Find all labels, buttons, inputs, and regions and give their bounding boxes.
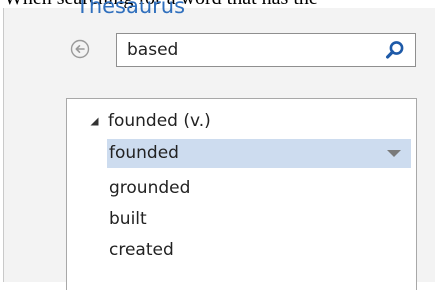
synonym-label: built [109,209,147,229]
document-area: When searching for a word that has the [0,0,435,8]
search-button[interactable] [375,34,415,66]
synonym-item-created[interactable]: created [107,236,307,265]
synonym-list: founded (v.) founded grounded built crea… [66,98,417,290]
search-input[interactable] [117,34,372,66]
thesaurus-pane: Thesaurus founded (v.) founded [4,0,435,290]
expand-triangle-icon[interactable] [89,113,101,126]
back-arrow-circle-icon[interactable] [70,39,90,59]
synonym-label: founded [109,143,179,163]
meaning-group-header[interactable]: founded (v.) [67,109,407,135]
synonym-item-founded[interactable]: founded [107,139,411,168]
synonym-label: created [109,240,174,260]
magnifier-icon [386,41,404,59]
search-box [116,33,416,67]
synonym-item-grounded[interactable]: grounded [107,174,307,203]
synonym-label: grounded [109,178,191,198]
synonym-item-built[interactable]: built [107,205,307,234]
meaning-group-label: founded (v.) [108,111,211,131]
chevron-down-icon[interactable] [387,150,401,157]
pane-title: Thesaurus [76,0,186,18]
